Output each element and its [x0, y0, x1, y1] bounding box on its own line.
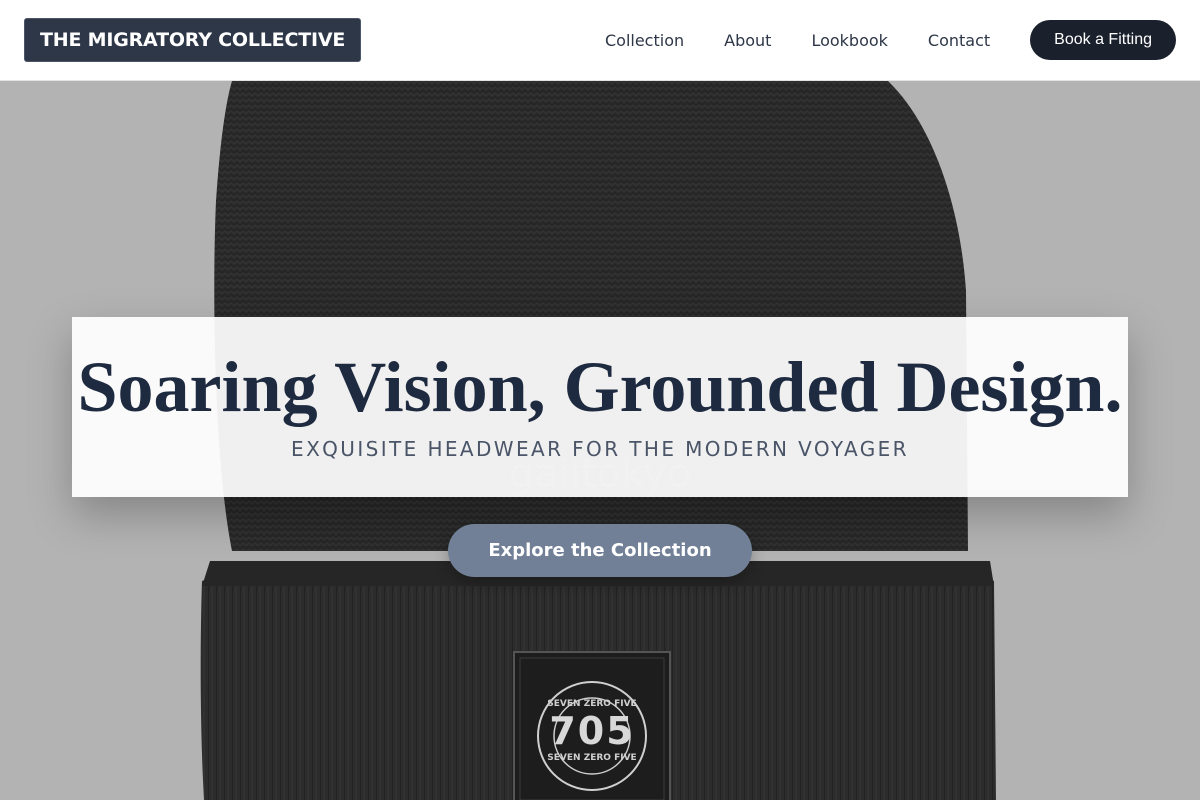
nav-link-collection[interactable]: Collection: [605, 31, 684, 50]
hero-card: Soaring Vision, Grounded Design. EXQUISI…: [72, 317, 1128, 497]
explore-collection-button[interactable]: Explore the Collection: [448, 524, 752, 577]
site-header: THE MIGRATORY COLLECTIVE Collection Abou…: [0, 0, 1200, 81]
hero-title: Soaring Vision, Grounded Design.: [77, 347, 1123, 427]
nav-link-about[interactable]: About: [724, 31, 771, 50]
book-fitting-button[interactable]: Book a Fitting: [1030, 20, 1176, 60]
patch-number: 705: [549, 709, 635, 753]
product-patch: SEVEN ZERO FIVE 705 SEVEN ZERO FIVE: [540, 699, 644, 763]
patch-ring-text-top: SEVEN ZERO FIVE: [547, 699, 637, 709]
patch-ring-text-bottom: SEVEN ZERO FIVE: [547, 753, 637, 763]
nav-link-lookbook[interactable]: Lookbook: [811, 31, 887, 50]
hero-section: gaiitokyo Soaring Vision, Grounded Desig…: [0, 81, 1200, 800]
hero-subtitle: EXQUISITE HEADWEAR FOR THE MODERN VOYAGE…: [291, 437, 909, 461]
main-nav: Collection About Lookbook Contact Book a…: [605, 20, 1176, 60]
nav-link-contact[interactable]: Contact: [928, 31, 990, 50]
brand-logo[interactable]: THE MIGRATORY COLLECTIVE: [24, 18, 362, 62]
